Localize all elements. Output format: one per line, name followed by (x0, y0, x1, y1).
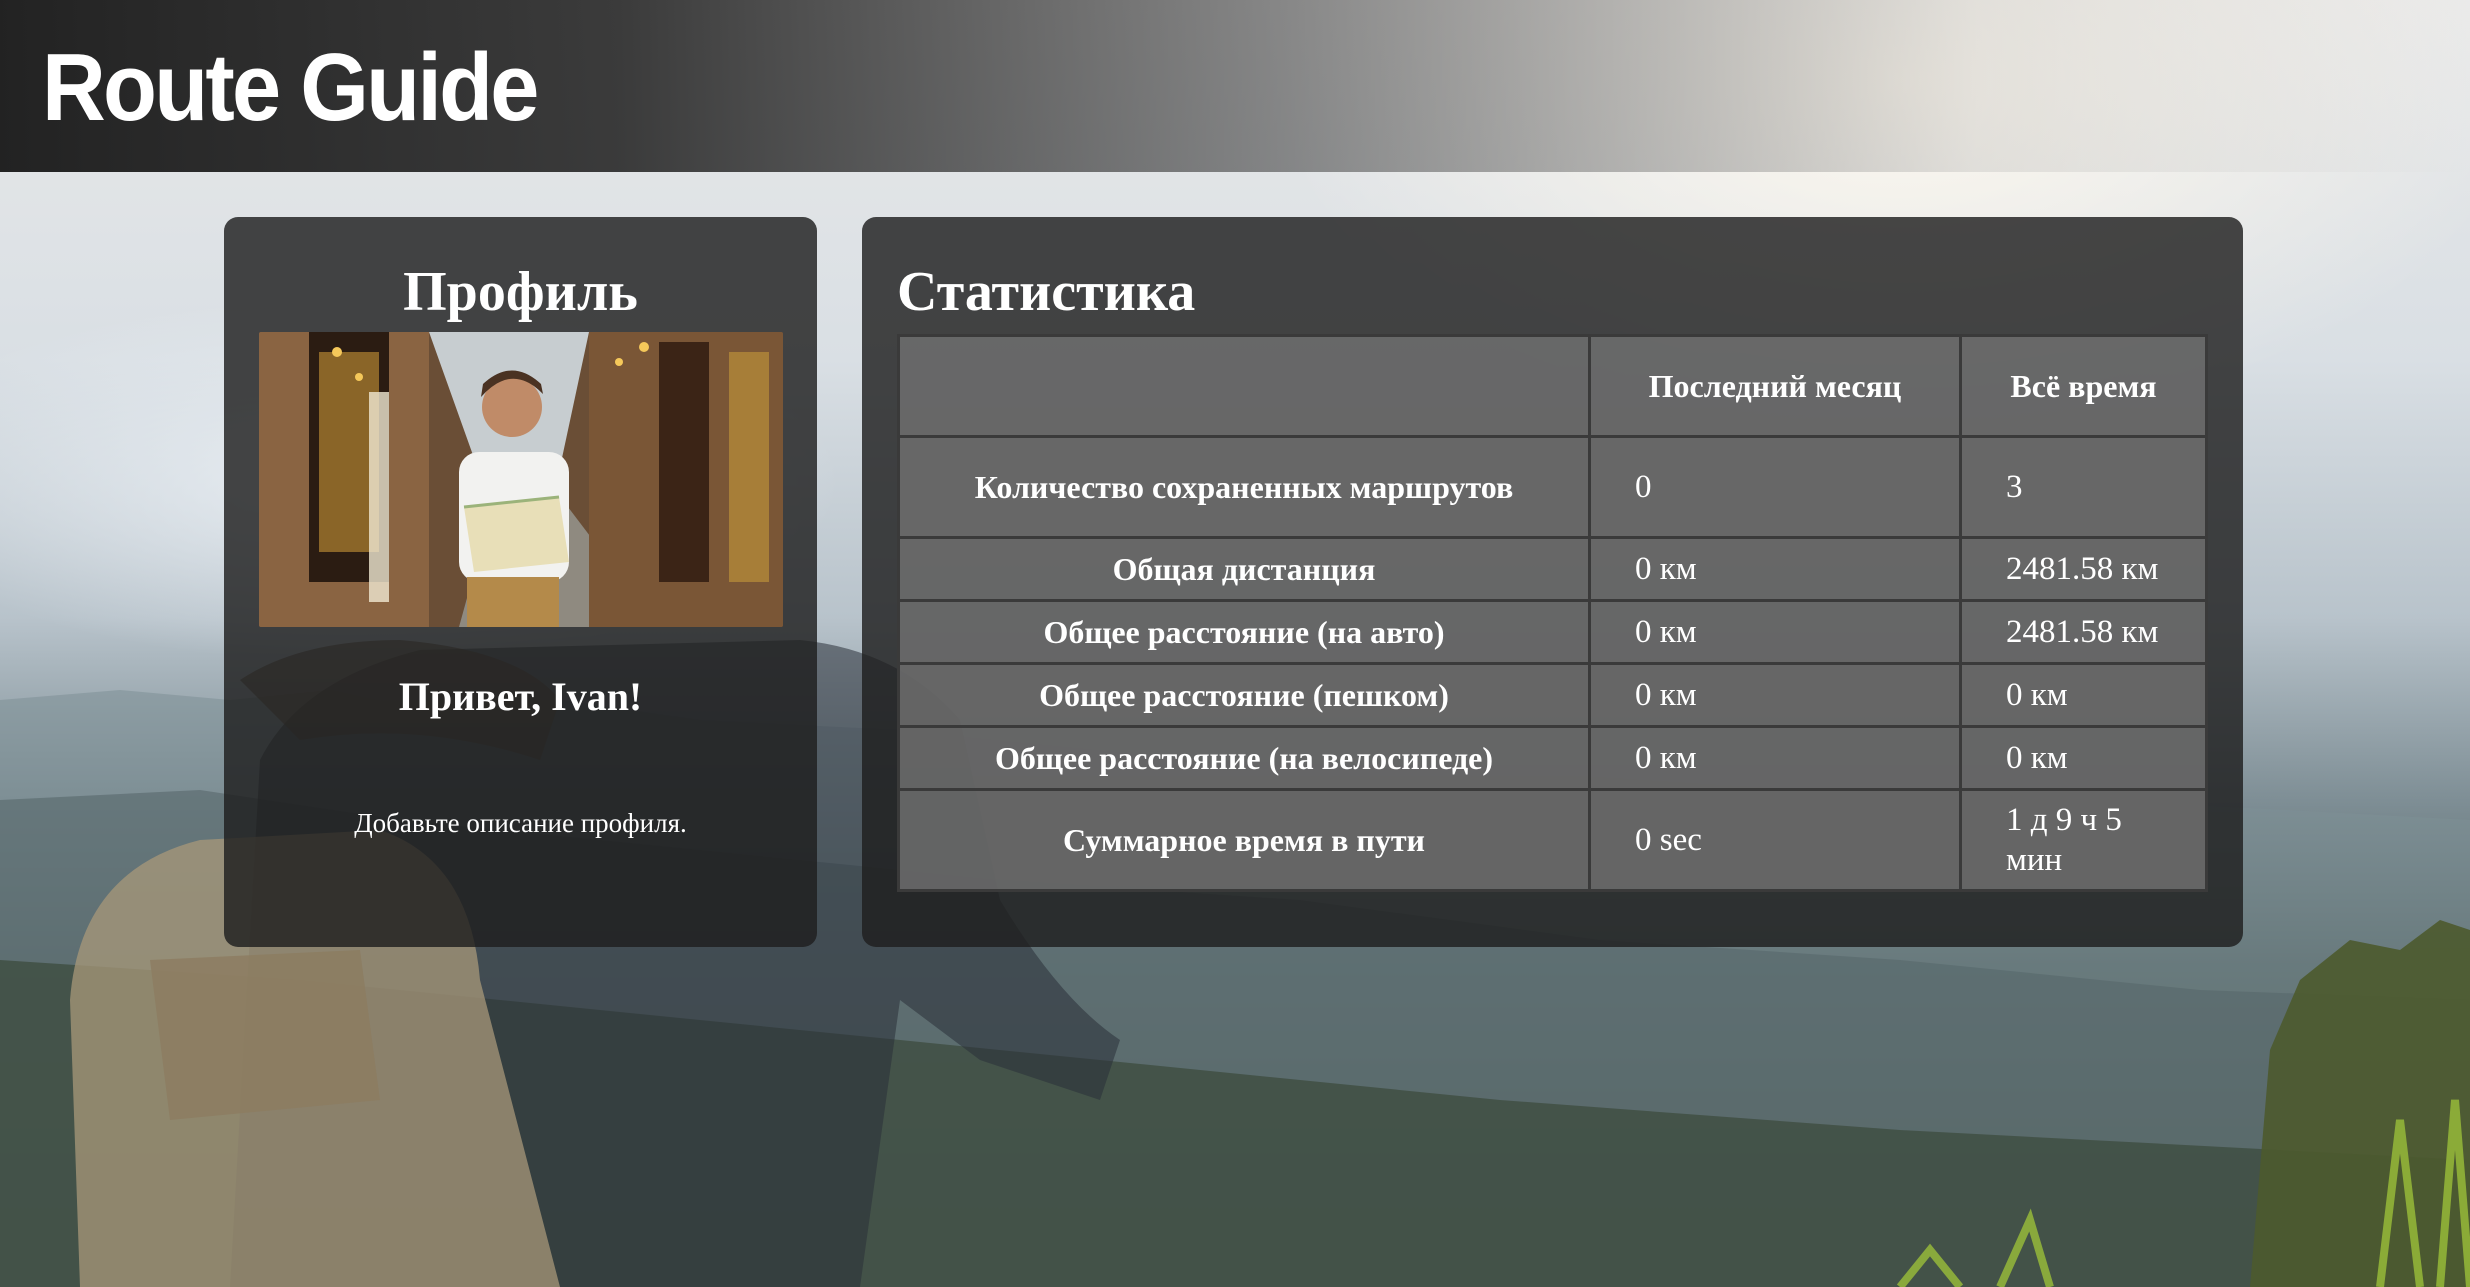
table-row: Общее расстояние (на авто) 0 км 2481.58 … (897, 599, 2208, 665)
row-label: Количество сохраненных маршрутов (897, 435, 1591, 539)
header-all-time: Всё время (1959, 334, 2208, 438)
profile-greeting: Привет, Ivan! (398, 674, 643, 719)
site-header: Route Guide (0, 0, 2470, 172)
profile-title: Профиль (403, 261, 638, 323)
last-month-value: 0 (1588, 435, 1962, 539)
header-last-month: Последний месяц (1588, 334, 1962, 438)
all-time-value: 0 км (1959, 662, 2208, 728)
last-month-value: 0 км (1588, 725, 1962, 791)
all-time-value: 3 (1959, 435, 2208, 539)
statistics-table: Последний месяц Всё время Количество сох… (897, 334, 2208, 892)
profile-panel: Профиль Привет, Ivan! Добавьте описание … (224, 217, 817, 947)
table-row: Общая дистанция 0 км 2481.58 км (897, 536, 2208, 602)
row-label: Общее расстояние (на авто) (897, 599, 1591, 665)
table-row: Общее расстояние (на велосипеде) 0 км 0 … (897, 725, 2208, 791)
last-month-value: 0 sec (1588, 788, 1962, 892)
table-row: Суммарное время в пути 0 sec 1 д 9 ч 5 м… (897, 788, 2208, 892)
last-month-value: 0 км (1588, 662, 1962, 728)
brand-logo[interactable]: Route Guide (42, 28, 539, 148)
table-header-row: Последний месяц Всё время (897, 334, 2208, 438)
profile-description[interactable]: Добавьте описание профиля. (224, 805, 817, 841)
all-time-value: 0 км (1959, 725, 2208, 791)
all-time-value: 1 д 9 ч 5 мин (1959, 788, 2208, 892)
profile-photo (259, 332, 783, 627)
row-label: Суммарное время в пути (897, 788, 1591, 892)
last-month-value: 0 км (1588, 536, 1962, 602)
row-label: Общая дистанция (897, 536, 1591, 602)
statistics-panel: Статистика Последний месяц Всё время Кол… (862, 217, 2243, 947)
table-row: Общее расстояние (пешком) 0 км 0 км (897, 662, 2208, 728)
row-label: Общее расстояние (на велосипеде) (897, 725, 1591, 791)
statistics-title: Статистика (897, 261, 1196, 323)
all-time-value: 2481.58 км (1959, 536, 2208, 602)
row-label: Общее расстояние (пешком) (897, 662, 1591, 728)
last-month-value: 0 км (1588, 599, 1962, 665)
all-time-value: 2481.58 км (1959, 599, 2208, 665)
header-empty-cell (897, 334, 1591, 438)
table-row: Количество сохраненных маршрутов 0 3 (897, 435, 2208, 539)
